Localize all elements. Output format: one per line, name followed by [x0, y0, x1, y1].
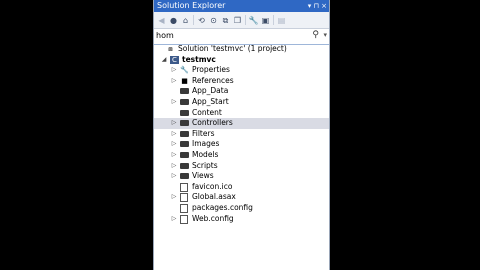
- tree-item-label: Images: [192, 139, 220, 149]
- expand-toggle-icon[interactable]: ▷: [170, 214, 178, 225]
- toolbar-separator: [245, 15, 246, 25]
- folder-icon: [180, 141, 189, 148]
- tree-item[interactable]: ▷ Filters: [154, 129, 329, 140]
- tree-item[interactable]: favicon.ico: [154, 182, 329, 193]
- tree-item[interactable]: ▷ Global.asax: [154, 192, 329, 203]
- expand-toggle-icon[interactable]: ▷: [170, 139, 178, 150]
- expand-toggle-icon[interactable]: ▷: [170, 171, 178, 182]
- folder-icon: [180, 109, 189, 116]
- search-bar[interactable]: hom ⚲ ▾: [154, 29, 329, 45]
- tree-item[interactable]: ▷ ■ References: [154, 76, 329, 87]
- home-icon[interactable]: ⌂: [180, 15, 191, 26]
- tree-item-label: Web.config: [192, 213, 234, 223]
- tree-item[interactable]: ◢ Ctestmvc: [154, 55, 329, 66]
- solution-explorer-panel: Solution Explorer ▾ ⊓ × ◀ ● ⌂ ⟲ ⊙ ⧉ ❐ 🔧 …: [153, 0, 330, 270]
- tree-item-label: Filters: [192, 128, 215, 138]
- tree-item-label: Properties: [192, 65, 230, 75]
- tree-item[interactable]: ⧈ Solution 'testmvc' (1 project): [154, 44, 329, 55]
- search-icon[interactable]: ⚲: [312, 30, 319, 40]
- tree-item-label: Content: [192, 107, 222, 117]
- folder-icon: [180, 120, 189, 127]
- tree-item-label: References: [192, 75, 234, 85]
- show-all-icon[interactable]: ▣: [260, 15, 271, 26]
- history-icon[interactable]: ⟲: [196, 15, 207, 26]
- copy-icon[interactable]: ❐: [232, 15, 243, 26]
- search-options-dropdown[interactable]: ▾: [323, 31, 327, 39]
- file-icon: [180, 203, 188, 213]
- folder-icon: [180, 98, 189, 105]
- back-icon[interactable]: ◀: [156, 15, 167, 26]
- folder-icon: [180, 162, 189, 169]
- tree-item[interactable]: ▷ Web.config: [154, 214, 329, 225]
- solution-tree: ⧈ Solution 'testmvc' (1 project) ◢ Ctestmvc…: [154, 44, 329, 224]
- tree-item[interactable]: ▷ Models: [154, 150, 329, 161]
- tree-item-label: testmvc: [182, 54, 216, 64]
- tree-item-label: Scripts: [192, 160, 218, 170]
- preview-icon[interactable]: ▤: [276, 15, 287, 26]
- toolbar-separator: [193, 15, 194, 25]
- sync-icon[interactable]: ⊙: [208, 15, 219, 26]
- tree-item-label: Controllers: [192, 118, 233, 128]
- tree-item[interactable]: App_Data: [154, 86, 329, 97]
- forward-icon[interactable]: ●: [168, 15, 179, 26]
- tree-item-label: Models: [192, 149, 219, 159]
- tree-item[interactable]: ▷ Controllers: [154, 118, 329, 129]
- expand-toggle-icon[interactable]: ◢: [160, 55, 168, 66]
- tree-item-label: favicon.ico: [192, 181, 233, 191]
- folder-icon: [180, 88, 189, 95]
- expand-toggle-icon[interactable]: ▷: [170, 150, 178, 161]
- tree-item-label: App_Start: [192, 96, 229, 106]
- expand-toggle-icon[interactable]: ▷: [170, 118, 178, 129]
- search-input[interactable]: hom: [156, 31, 174, 40]
- folder-icon: [180, 130, 189, 137]
- file-icon: [180, 193, 188, 203]
- expand-toggle-icon[interactable]: ▷: [170, 97, 178, 108]
- tree-item[interactable]: packages.config: [154, 203, 329, 214]
- tree-item[interactable]: ▷ Scripts: [154, 161, 329, 172]
- file-icon: [180, 214, 188, 224]
- toolbar-separator: [273, 15, 274, 25]
- project-icon: C: [170, 55, 179, 64]
- tree-item[interactable]: ▷ App_Start: [154, 97, 329, 108]
- expand-toggle-icon[interactable]: ▷: [170, 161, 178, 172]
- title-controls[interactable]: ▾ ⊓ ×: [308, 0, 327, 12]
- tree-item-label: Solution 'testmvc' (1 project): [178, 44, 287, 53]
- solution-icon: ⧈: [168, 45, 173, 53]
- toolbar: ◀ ● ⌂ ⟲ ⊙ ⧉ ❐ 🔧 ▣ ▤: [154, 12, 329, 29]
- references-icon: ■: [181, 76, 188, 85]
- tree-item[interactable]: Content: [154, 108, 329, 119]
- tree-item-label: packages.config: [192, 202, 253, 212]
- file-icon: [180, 182, 188, 192]
- tree-item[interactable]: ▷ 🔧 Properties: [154, 65, 329, 76]
- expand-toggle-icon[interactable]: ▷: [170, 76, 178, 87]
- collapse-icon[interactable]: ⧉: [220, 15, 231, 26]
- tree-item[interactable]: ▷ Images: [154, 139, 329, 150]
- folder-icon: [180, 173, 189, 180]
- expand-toggle-icon[interactable]: ▷: [170, 65, 178, 76]
- folder-icon: [180, 151, 189, 158]
- wrench-icon: 🔧: [180, 66, 189, 75]
- expand-toggle-icon[interactable]: ▷: [170, 129, 178, 140]
- tree-item[interactable]: ▷ Views: [154, 171, 329, 182]
- properties-icon[interactable]: 🔧: [248, 15, 259, 26]
- tree-item-label: App_Data: [192, 86, 229, 96]
- tree-item-label: Views: [192, 171, 214, 181]
- panel-title: Solution Explorer: [157, 1, 226, 10]
- panel-titlebar[interactable]: Solution Explorer ▾ ⊓ ×: [154, 0, 329, 12]
- tree-item-label: Global.asax: [192, 192, 236, 202]
- expand-toggle-icon[interactable]: ▷: [170, 192, 178, 203]
